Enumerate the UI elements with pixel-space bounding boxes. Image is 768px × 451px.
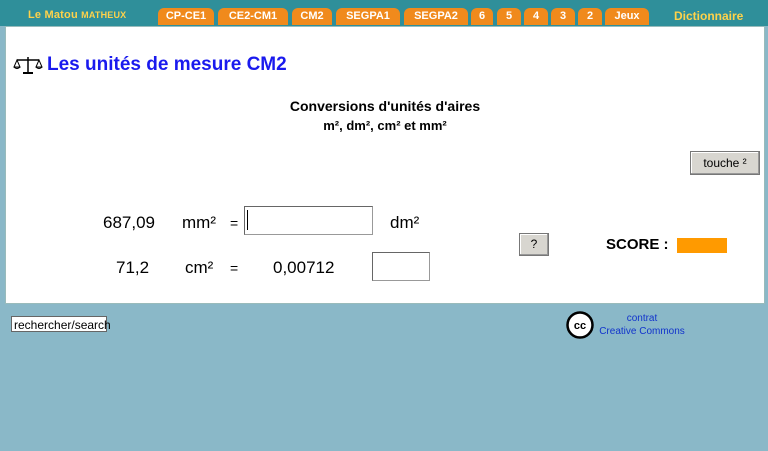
row1-equals: = [230, 215, 239, 231]
tab-5[interactable]: 5 [497, 8, 521, 25]
tab-4[interactable]: 4 [524, 8, 548, 25]
square-symbol-button[interactable]: touche ² [690, 151, 760, 175]
tab-2[interactable]: 2 [578, 8, 602, 25]
creative-commons-icon[interactable]: cc [566, 311, 594, 339]
tab-6[interactable]: 6 [471, 8, 493, 25]
brand-main: Le Matou [28, 9, 78, 21]
row1-target-unit: dm² [390, 213, 420, 232]
help-button[interactable]: ? [519, 233, 549, 256]
row2-value: 71,2 [116, 258, 150, 277]
units-line: m², dm², cm² et mm² [323, 118, 447, 133]
tab-cm2[interactable]: CM2 [292, 8, 332, 25]
exercise-panel: Les unités de mesure CM2 Conversions d'u… [5, 26, 765, 304]
score-label: SCORE : [606, 236, 669, 253]
page-title: Les unités de mesure CM2 [47, 54, 287, 75]
tab-segpa2[interactable]: SEGPA2 [404, 8, 468, 25]
search-input[interactable]: rechercher/search [11, 316, 111, 332]
brand-small: matheux [81, 10, 127, 20]
row2-equals: = [230, 260, 239, 276]
answer-input-1[interactable] [244, 206, 373, 235]
license-link[interactable]: contrat Creative Commons [596, 312, 688, 338]
top-nav: Le Matou matheux CP-CE1 CE2-CM1 CM2 SEGP… [0, 0, 768, 26]
tab-jeux[interactable]: Jeux [605, 8, 649, 25]
balance-scale-icon [13, 57, 43, 74]
exercise-subtitle: Conversions d'unités d'aires [289, 98, 481, 114]
tab-ce2-cm1[interactable]: CE2-CM1 [218, 8, 288, 25]
row1-unit: mm² [182, 213, 216, 232]
answer-input-2[interactable] [372, 252, 430, 281]
row2-unit: cm² [185, 258, 214, 277]
tab-3[interactable]: 3 [551, 8, 575, 25]
row2-result: 0,00712 [273, 258, 335, 277]
text-caret [247, 210, 248, 230]
license-line1: contrat [626, 313, 658, 324]
row1-value: 687,09 [103, 213, 155, 232]
svg-text:cc: cc [574, 320, 586, 332]
dictionary-link[interactable]: Dictionnaire [674, 9, 743, 23]
tab-segpa1[interactable]: SEGPA1 [336, 8, 400, 25]
license-line2: Creative Commons [599, 326, 685, 337]
tab-cp-ce1[interactable]: CP-CE1 [158, 8, 214, 25]
score-bar [677, 238, 727, 253]
site-brand-link[interactable]: Le Matou matheux [28, 9, 126, 21]
